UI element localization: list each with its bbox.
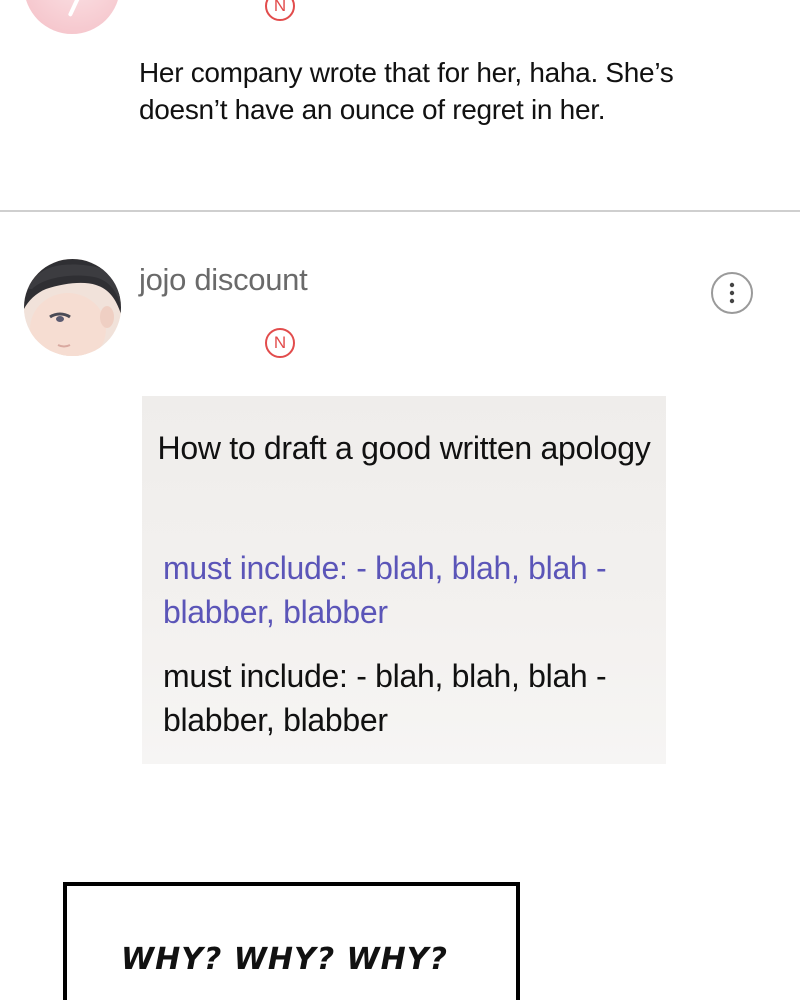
comment-username[interactable]: jojo discount xyxy=(139,262,308,298)
card-line-purple: must include: - blah, blah, blah - blabb… xyxy=(163,550,607,630)
avatar-portrait xyxy=(24,259,121,356)
avatar-decoration xyxy=(67,0,89,17)
apology-card-image: How to draft a good written apology must… xyxy=(142,396,666,764)
more-vertical-icon xyxy=(729,282,735,304)
previous-comment-avatar[interactable] xyxy=(24,0,120,34)
speech-text: WHY? WHY? WHY? xyxy=(121,942,448,977)
card-line-black: must include: - blah, blah, blah - blabb… xyxy=(163,658,607,738)
speech-bubble: WHY? WHY? WHY? xyxy=(63,882,520,1000)
comment-divider xyxy=(0,210,800,212)
user-avatar[interactable] xyxy=(24,259,121,356)
new-badge: N xyxy=(265,328,295,358)
previous-comment-text: Her company wrote that for her, haha. Sh… xyxy=(139,57,674,125)
new-badge: N xyxy=(265,0,295,21)
card-title: How to draft a good written apology xyxy=(157,430,651,466)
more-options-button[interactable] xyxy=(711,272,753,314)
